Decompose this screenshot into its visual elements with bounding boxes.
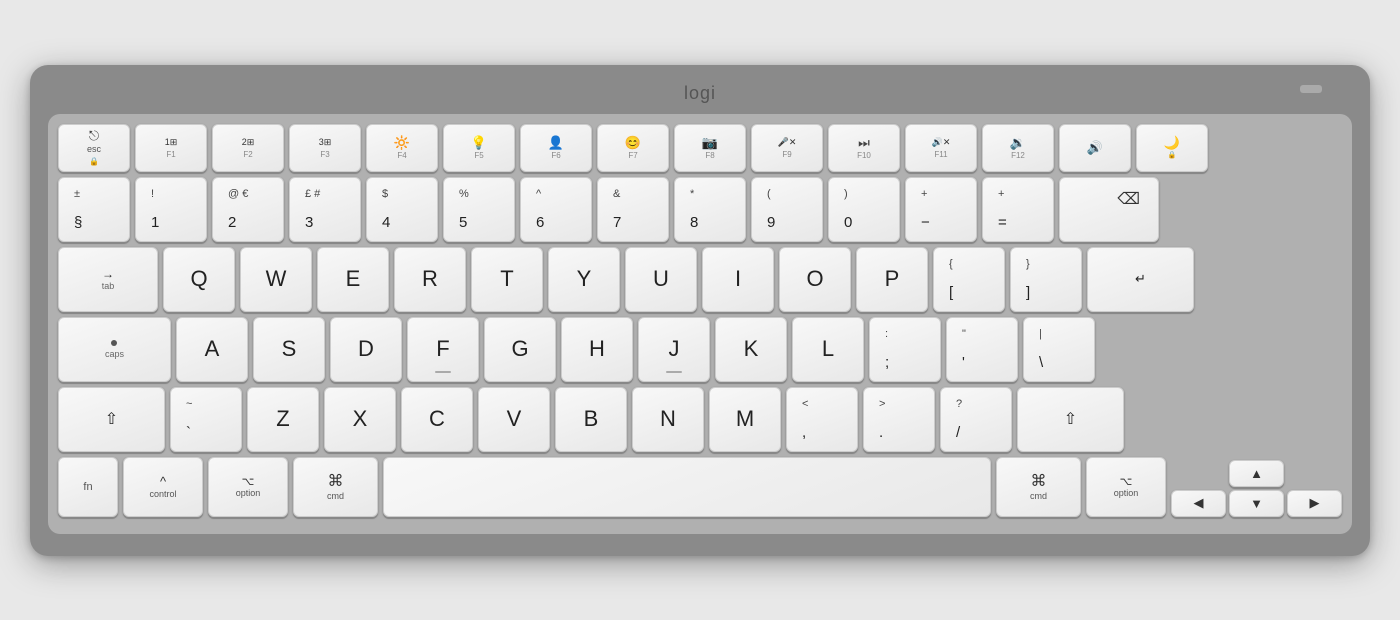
key-l[interactable]: L (792, 317, 864, 382)
bottom-row: fn ^ control ⌥ option ⌘ cmd (58, 457, 1342, 517)
key-control[interactable]: ^ control (123, 457, 203, 517)
key-f8[interactable]: 📷 F8 (674, 124, 746, 172)
key-arrow-down[interactable]: ▼ (1229, 490, 1284, 517)
key-q[interactable]: Q (163, 247, 235, 312)
key-x[interactable]: X (324, 387, 396, 452)
key-0[interactable]: ) 0 (828, 177, 900, 242)
key-moon[interactable]: 🌙 🔒 (1136, 124, 1208, 172)
key-f4[interactable]: 🔆 F4 (366, 124, 438, 172)
key-f10[interactable]: ⏭ F10 (828, 124, 900, 172)
key-o[interactable]: O (779, 247, 851, 312)
key-u[interactable]: U (625, 247, 697, 312)
arrow-up-container: ▲ (1171, 460, 1342, 487)
key-slash[interactable]: ? / (940, 387, 1012, 452)
key-equals[interactable]: + = (982, 177, 1054, 242)
key-tab[interactable]: → tab (58, 247, 158, 312)
key-n[interactable]: N (632, 387, 704, 452)
key-h[interactable]: H (561, 317, 633, 382)
fn-row: ⎋ esc 🔒 1⊞ F1 2⊞ F2 3⊞ (58, 124, 1342, 172)
key-e[interactable]: E (317, 247, 389, 312)
key-9[interactable]: ( 9 (751, 177, 823, 242)
key-f3[interactable]: 3⊞ F3 (289, 124, 361, 172)
key-5[interactable]: % 5 (443, 177, 515, 242)
key-1[interactable]: ! 1 (135, 177, 207, 242)
key-f12[interactable]: 🔉 F12 (982, 124, 1054, 172)
key-space[interactable] (383, 457, 991, 517)
key-minus[interactable]: + − (905, 177, 977, 242)
key-backtick[interactable]: ± § (58, 177, 130, 242)
key-semicolon[interactable]: : ; (869, 317, 941, 382)
key-quote[interactable]: " ' (946, 317, 1018, 382)
key-t[interactable]: T (471, 247, 543, 312)
key-7[interactable]: & 7 (597, 177, 669, 242)
key-arrow-up[interactable]: ▲ (1229, 460, 1284, 487)
key-f1[interactable]: 1⊞ F1 (135, 124, 207, 172)
key-f7[interactable]: 😊 F7 (597, 124, 669, 172)
keyboard-body: ⎋ esc 🔒 1⊞ F1 2⊞ F2 3⊞ (48, 114, 1352, 534)
key-return[interactable]: ↵ (1087, 247, 1194, 312)
qwerty-row: → tab Q W E R T Y U I O P { [ } (58, 247, 1342, 312)
key-w[interactable]: W (240, 247, 312, 312)
status-led (1300, 85, 1322, 93)
key-option-left[interactable]: ⌥ option (208, 457, 288, 517)
key-f2[interactable]: 2⊞ F2 (212, 124, 284, 172)
key-a[interactable]: A (176, 317, 248, 382)
key-g[interactable]: G (484, 317, 556, 382)
key-r[interactable]: R (394, 247, 466, 312)
key-8[interactable]: * 8 (674, 177, 746, 242)
key-6[interactable]: ^ 6 (520, 177, 592, 242)
zxcv-row: ⇧ ~ ` Z X C V B N M < , > (58, 387, 1342, 452)
key-y[interactable]: Y (548, 247, 620, 312)
key-tilde[interactable]: ~ ` (170, 387, 242, 452)
key-shift-right[interactable]: ⇧ (1017, 387, 1124, 452)
key-b[interactable]: B (555, 387, 627, 452)
keyboard: logi ⎋ esc 🔒 1⊞ F1 2⊞ F2 (30, 65, 1370, 556)
key-s[interactable]: S (253, 317, 325, 382)
key-option-right[interactable]: ⌥ option (1086, 457, 1166, 517)
key-backspace[interactable]: ⌫ (1059, 177, 1159, 242)
key-lbracket[interactable]: { [ (933, 247, 1005, 312)
key-f13[interactable]: 🔊 (1059, 124, 1131, 172)
key-arrow-right[interactable]: ▶ (1287, 490, 1342, 517)
key-comma[interactable]: < , (786, 387, 858, 452)
key-z[interactable]: Z (247, 387, 319, 452)
asdf-row: caps A S D F G H J K L : ; (58, 317, 1342, 382)
key-cmd-right[interactable]: ⌘ cmd (996, 457, 1081, 517)
key-period[interactable]: > . (863, 387, 935, 452)
key-arrow-left[interactable]: ◀ (1171, 490, 1226, 517)
key-f6[interactable]: 👤 F6 (520, 124, 592, 172)
key-f[interactable]: F (407, 317, 479, 382)
key-m[interactable]: M (709, 387, 781, 452)
key-j[interactable]: J (638, 317, 710, 382)
key-caps-lock[interactable]: caps (58, 317, 171, 382)
key-cmd-left[interactable]: ⌘ cmd (293, 457, 378, 517)
key-4[interactable]: $ 4 (366, 177, 438, 242)
logo-bar: logi (48, 83, 1352, 104)
key-d[interactable]: D (330, 317, 402, 382)
key-shift-left[interactable]: ⇧ (58, 387, 165, 452)
key-k[interactable]: K (715, 317, 787, 382)
number-row: ± § ! 1 @ € 2 £ # 3 (58, 177, 1342, 242)
brand-logo: logi (684, 83, 716, 104)
key-c[interactable]: C (401, 387, 473, 452)
arrow-bottom-row: ◀ ▼ ▶ (1171, 490, 1342, 517)
key-3[interactable]: £ # 3 (289, 177, 361, 242)
key-backslash[interactable]: | \ (1023, 317, 1095, 382)
key-esc[interactable]: ⎋ esc 🔒 (58, 124, 130, 172)
key-v[interactable]: V (478, 387, 550, 452)
key-f5[interactable]: 💡 F5 (443, 124, 515, 172)
key-f9[interactable]: 🎤✕ F9 (751, 124, 823, 172)
arrows-cluster: ▲ ◀ ▼ ▶ (1171, 460, 1342, 517)
key-2[interactable]: @ € 2 (212, 177, 284, 242)
key-rbracket[interactable]: } ] (1010, 247, 1082, 312)
key-fn[interactable]: fn (58, 457, 118, 517)
key-p[interactable]: P (856, 247, 928, 312)
key-i[interactable]: I (702, 247, 774, 312)
key-f11[interactable]: 🔊✕ F11 (905, 124, 977, 172)
